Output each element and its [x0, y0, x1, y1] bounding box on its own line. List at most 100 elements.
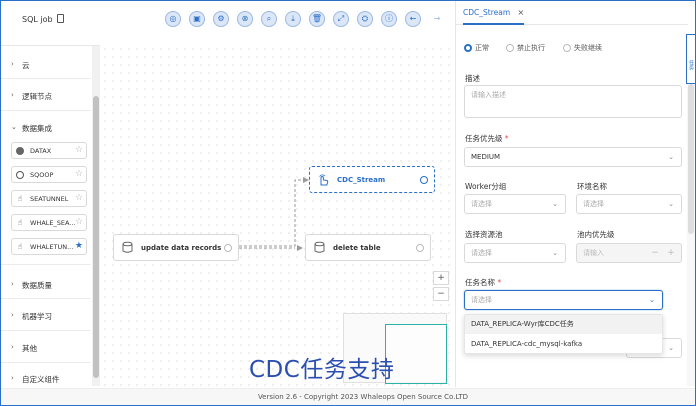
divider	[1, 110, 91, 111]
sql-icon	[121, 241, 134, 254]
close-icon[interactable]: ×	[517, 1, 524, 25]
node-menu-icon[interactable]	[420, 176, 428, 184]
category-other[interactable]: › 其他	[1, 338, 91, 358]
format-icon[interactable]: ⛭	[357, 11, 373, 27]
chevron-down-icon: ⌄	[668, 344, 674, 352]
chevron-right-icon: ›	[11, 343, 14, 351]
download-icon[interactable]: ⤓	[285, 11, 301, 27]
zoom-icon[interactable]: ⌕	[261, 11, 277, 27]
task-name-dropdown: DATA_REPLICA-Wyr库CDC任务 DATA_REPLICA-cdc_…	[464, 314, 663, 354]
panel-scroll-thumb[interactable]	[688, 84, 694, 234]
panel-tab-bar: CDC_Stream ×	[456, 1, 688, 25]
minus-button[interactable]: −	[647, 244, 663, 262]
category-logic-nodes[interactable]: › 逻辑节点	[1, 86, 91, 106]
node-cdc-stream[interactable]: CDC_Stream	[309, 166, 435, 193]
overlay-caption: CDC任务支持	[249, 357, 395, 383]
dag-canvas[interactable]: CDC_Stream update data records delete ta…	[101, 45, 455, 386]
zoom-in-button[interactable]: +	[433, 271, 449, 285]
node-update-data-records[interactable]: update data records	[113, 234, 239, 261]
task-whale-seatunnel[interactable]: ☝ WHALE_SEA... ☆	[11, 214, 87, 231]
star-icon[interactable]: ☆	[75, 193, 83, 203]
category-cloud[interactable]: › 云	[1, 55, 91, 75]
category-machine-learning[interactable]: › 机器学习	[1, 306, 91, 326]
chevron-right-icon: ›	[11, 311, 14, 319]
description-label: 描述	[465, 74, 480, 83]
fullscreen-icon[interactable]: ⤢	[333, 11, 349, 27]
worker-group-label: Worker分组	[465, 182, 507, 191]
settings-icon[interactable]: ⚙	[213, 11, 229, 27]
chevron-right-icon: ›	[11, 91, 14, 99]
task-seatunnel[interactable]: ☝ SEATUNNEL ☆	[11, 190, 87, 207]
resource-pool-select[interactable]: 请选择 ⌄	[464, 243, 566, 263]
arrow-left-icon[interactable]: ←	[405, 11, 421, 27]
hand-pointer-icon	[317, 173, 330, 186]
priority-select[interactable]: MEDIUM ⌄	[464, 147, 682, 167]
tab-cdc-stream[interactable]: CDC_Stream ×	[463, 1, 525, 25]
arrow-head	[297, 245, 303, 251]
env-name-label: 环境名称	[577, 182, 607, 191]
env-name-select[interactable]: 请选择 ⌄	[576, 194, 682, 214]
pool-priority-stepper[interactable]: 请输入 − +	[576, 243, 682, 263]
description-field[interactable]: 请输入描述	[464, 85, 682, 118]
star-icon[interactable]: ☆	[75, 217, 83, 227]
sql-icon	[313, 241, 326, 254]
radio-continue-on-fail[interactable]: 失败继续	[563, 43, 602, 53]
footer: Version 2.6 - Copyright 2023 Whaleops Op…	[1, 388, 695, 405]
task-sqoop[interactable]: SQOOP ☆	[11, 166, 87, 183]
chevron-down-icon: ⌄	[11, 123, 17, 131]
task-name-select[interactable]: 请选择 ⌄	[464, 290, 663, 310]
worker-group-select[interactable]: 请选择 ⌄	[464, 194, 566, 214]
divider	[1, 362, 91, 363]
divider	[1, 264, 91, 265]
chevron-down-icon: ⌄	[649, 296, 655, 304]
workflow-header: SQL job ◎ ▣ ⚙ ⊗ ⌕ ⤓ 🗑 ⤢ ⛭ ⓘ ← →	[1, 1, 455, 37]
category-data-integration[interactable]: ⌄ 数据集成	[1, 118, 91, 138]
delete-icon[interactable]: 🗑	[309, 11, 325, 27]
seatunnel-icon: ☝	[16, 194, 24, 203]
star-icon[interactable]: ☆	[75, 169, 83, 179]
task-sidebar: › 云 › 逻辑节点 ⌄ 数据集成 DATAX ☆ SQOOP ☆ ☝ SEAT…	[1, 45, 100, 386]
divider	[1, 330, 91, 331]
divider	[1, 298, 91, 299]
edge-update-to-cdc	[239, 179, 307, 247]
node-menu-icon[interactable]	[416, 244, 424, 252]
chevron-down-icon: ⌄	[668, 153, 674, 161]
pool-priority-label: 池内优先级	[577, 230, 615, 239]
divider	[1, 78, 91, 79]
radio-icon	[506, 44, 514, 52]
node-menu-icon[interactable]	[224, 244, 232, 252]
sqoop-icon	[16, 171, 24, 179]
chevron-down-icon: ⌄	[552, 249, 558, 257]
info-icon[interactable]: ⓘ	[381, 11, 397, 27]
task-datax[interactable]: DATAX ☆	[11, 142, 87, 159]
category-custom-components[interactable]: › 自定义组件	[1, 369, 91, 386]
task-whaletunnel[interactable]: ☝ WHALETUN... ★	[11, 238, 87, 255]
category-data-quality[interactable]: › 数据质量	[1, 275, 91, 295]
chevron-right-icon: ›	[11, 280, 14, 288]
chevron-right-icon: ›	[11, 374, 14, 382]
radio-icon	[464, 44, 472, 52]
whaletunnel-icon: ☝	[16, 242, 24, 251]
plus-button[interactable]: +	[663, 244, 679, 262]
dropdown-option[interactable]: DATA_REPLICA-Wyr库CDC任务	[465, 315, 662, 334]
save-icon[interactable]: ▣	[189, 11, 205, 27]
datax-icon	[16, 147, 24, 155]
search-icon[interactable]: ◎	[165, 11, 181, 27]
sidebar-scroll-thumb[interactable]	[93, 96, 99, 378]
arrow-right-icon[interactable]: →	[429, 11, 445, 27]
panel-side-tab[interactable]: 任务	[686, 34, 695, 84]
chevron-right-icon: ›	[11, 60, 14, 68]
stepper-controls: − +	[647, 244, 681, 262]
radio-forbid[interactable]: 禁止执行	[506, 43, 545, 53]
radio-normal[interactable]: 正常	[464, 43, 489, 53]
close-circle-icon[interactable]: ⊗	[237, 11, 253, 27]
node-delete-table[interactable]: delete table	[305, 234, 431, 261]
chevron-down-icon: ⌄	[552, 200, 558, 208]
zoom-out-button[interactable]: −	[433, 287, 449, 301]
task-name-label: 任务名称 *	[465, 278, 502, 287]
copy-icon[interactable]	[57, 14, 64, 23]
whale-seatunnel-icon: ☝	[16, 218, 24, 227]
dropdown-option[interactable]: DATA_REPLICA-cdc_mysql-kafka	[465, 335, 662, 354]
star-filled-icon[interactable]: ★	[75, 241, 83, 251]
star-icon[interactable]: ☆	[75, 145, 83, 155]
